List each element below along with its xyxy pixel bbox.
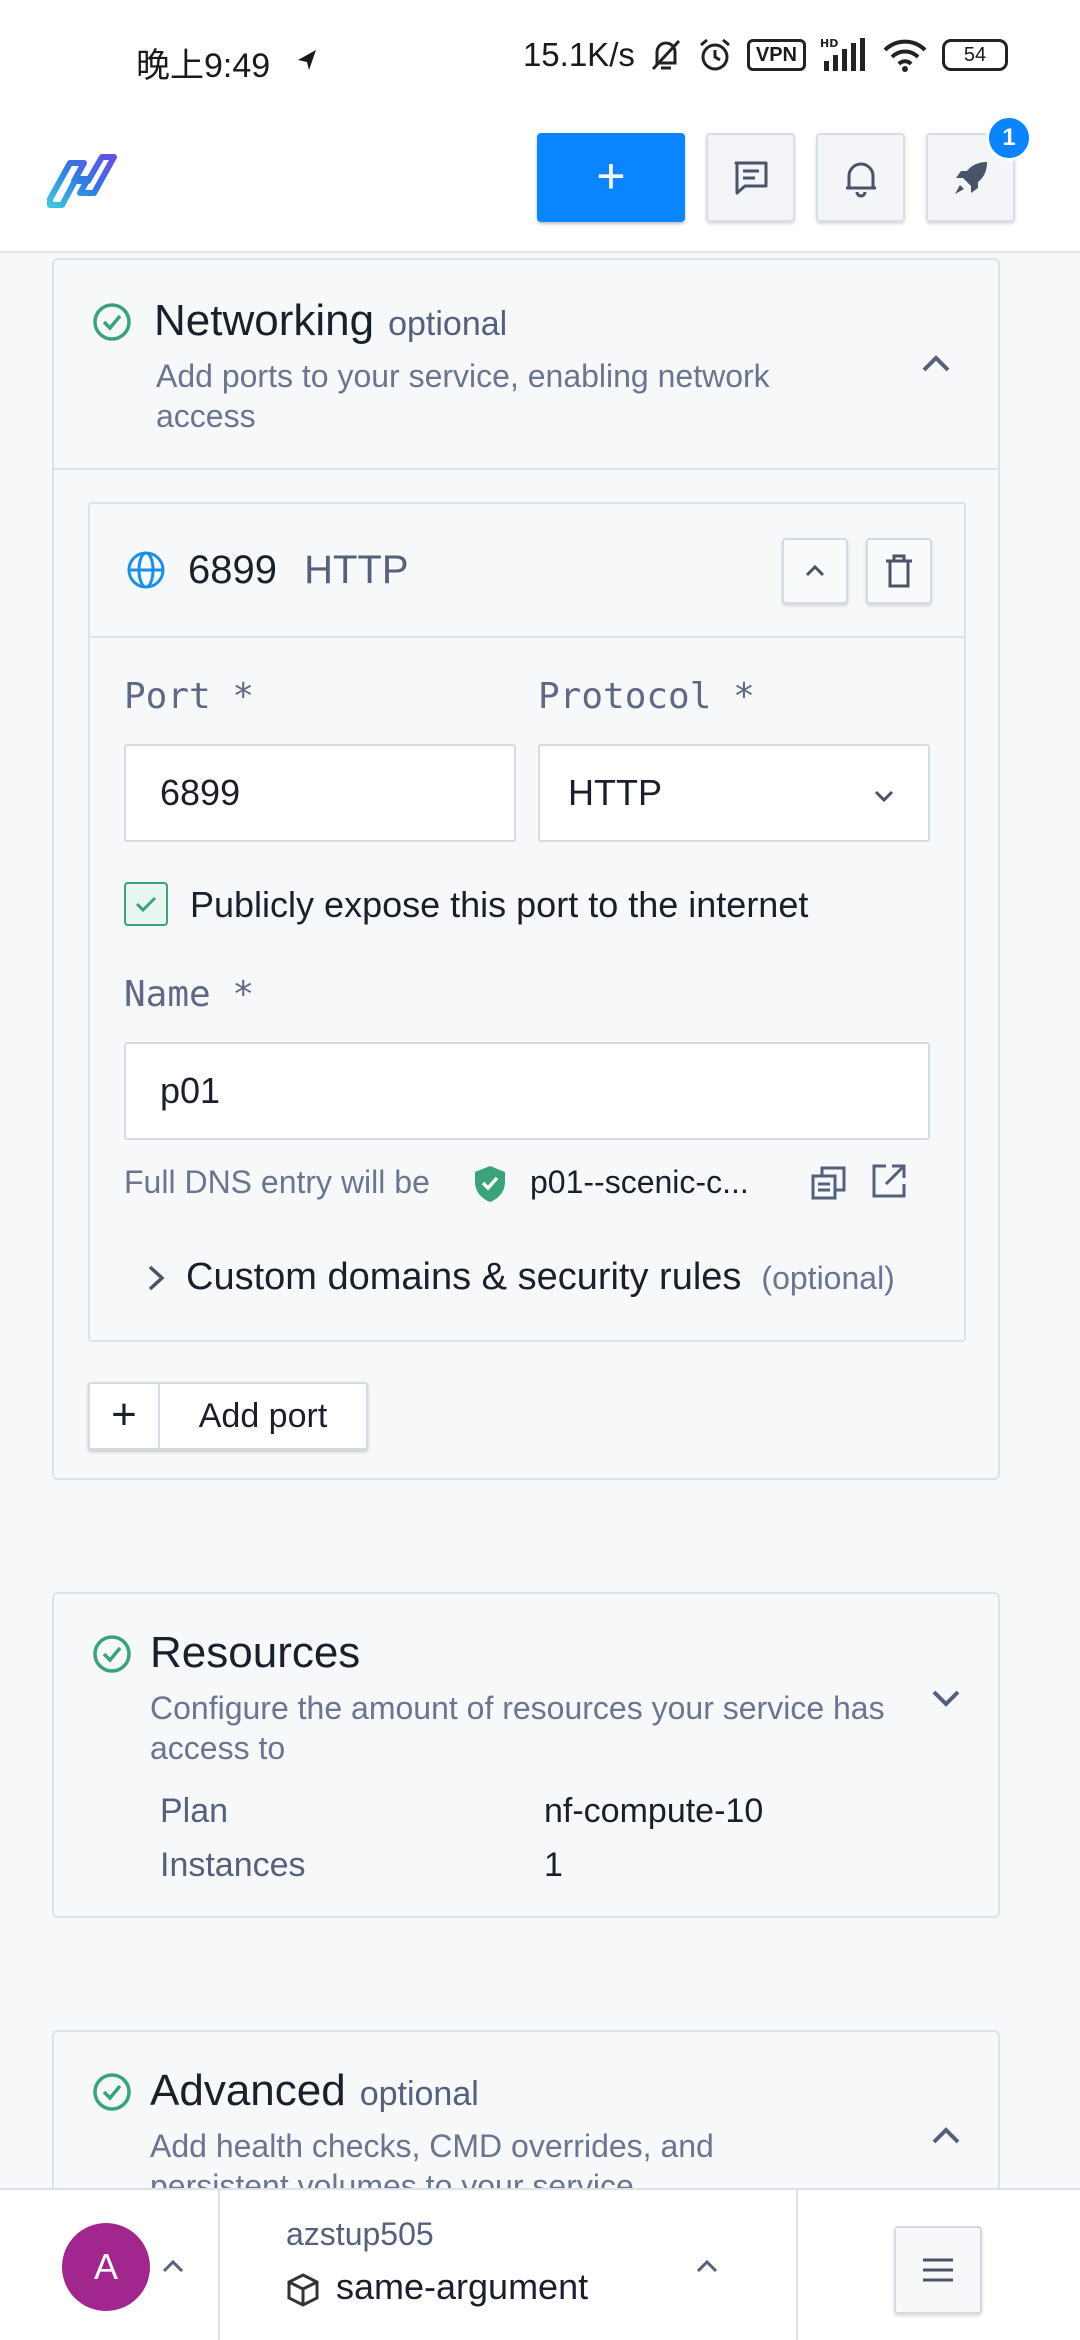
resources-description: Configure the amount of resources your s… xyxy=(150,1690,885,1766)
resources-header[interactable]: Resources Configure the amount of resour… xyxy=(54,1594,998,1766)
port-number: 6899 xyxy=(188,548,277,592)
cube-icon xyxy=(287,2273,319,2307)
custom-domains-label: Custom domains & security rules xyxy=(186,1256,742,1298)
copy-icon[interactable] xyxy=(810,1164,848,1202)
networking-optional-label: optional xyxy=(388,305,508,343)
advanced-title: Advanced xyxy=(150,2066,346,2115)
rocket-icon xyxy=(954,161,987,194)
checkmark-icon xyxy=(135,896,157,913)
wifi-icon xyxy=(883,39,927,72)
expose-checkbox[interactable] xyxy=(124,882,168,926)
status-time: 晚上9:49 xyxy=(136,47,271,85)
chevron-down-icon[interactable] xyxy=(926,1678,966,1718)
notifications-button[interactable] xyxy=(816,133,905,222)
expose-label[interactable]: Publicly expose this port to the interne… xyxy=(190,884,808,926)
shield-check-icon xyxy=(475,1166,505,1202)
divider xyxy=(218,2190,220,2340)
networking-description: Add ports to your service, enabling netw… xyxy=(156,358,770,434)
mute-bell-icon xyxy=(651,39,680,71)
chevron-up-icon[interactable] xyxy=(158,2252,188,2282)
network-speed: 15.1K/s xyxy=(522,36,635,73)
delete-port-button[interactable] xyxy=(866,538,932,604)
dns-entry-value: p01--scenic-c... xyxy=(530,1164,749,1200)
chevron-down-icon xyxy=(874,790,894,803)
resources-title: Resources xyxy=(150,1628,361,1677)
dns-prefix-text: Full DNS entry will be xyxy=(124,1164,430,1200)
networking-header[interactable]: Networking optional Add ports to your ser… xyxy=(54,260,998,470)
avatar[interactable]: A xyxy=(62,2223,150,2311)
notification-count-badge: 1 xyxy=(986,115,1032,161)
create-button[interactable]: + xyxy=(537,133,685,222)
resources-section: Resources Configure the amount of resour… xyxy=(52,1592,1000,1918)
chat-icon xyxy=(734,161,767,194)
bottom-bar: A azstup505 same-argument xyxy=(0,2188,1080,2340)
plan-label: Plan xyxy=(160,1792,229,1830)
status-bar: 晚上9:49 15.1K/s VPN HD 54 xyxy=(0,0,1080,125)
vpn-indicator: VPN xyxy=(746,39,806,71)
location-arrow-icon xyxy=(298,50,316,70)
plus-icon: + xyxy=(90,1384,160,1448)
port-field-label: Port * xyxy=(124,676,255,717)
svg-text:HD: HD xyxy=(820,37,838,50)
networking-section: Networking optional Add ports to your ser… xyxy=(52,258,1000,1480)
app-header: + 1 xyxy=(0,115,1080,253)
add-port-label: Add port xyxy=(198,1397,328,1435)
chat-button[interactable] xyxy=(706,133,795,222)
chevron-right-icon xyxy=(148,1265,165,1290)
protocol-field-label: Protocol * xyxy=(538,676,755,717)
alarm-icon xyxy=(699,38,730,71)
external-link-icon[interactable] xyxy=(870,1162,908,1200)
team-name: azstup505 xyxy=(286,2216,434,2252)
advanced-optional-label: optional xyxy=(359,2075,479,2113)
chevron-up-icon[interactable] xyxy=(916,344,956,384)
instances-value: 1 xyxy=(544,1846,563,1884)
chevron-up-icon xyxy=(805,564,825,577)
signal-icon: HD xyxy=(820,37,865,71)
name-input[interactable]: p01 xyxy=(124,1042,930,1140)
port-card-header: 6899 HTTP xyxy=(90,504,964,638)
protocol-select-value: HTTP xyxy=(568,772,662,813)
networking-title: Networking xyxy=(154,296,375,345)
instances-label: Instances xyxy=(160,1846,306,1884)
battery-indicator: 54 xyxy=(942,39,1008,71)
port-input[interactable]: 6899 xyxy=(124,744,516,842)
hamburger-menu-icon xyxy=(923,2258,953,2282)
logo-icon[interactable] xyxy=(44,153,122,215)
custom-domains-optional: (optional) xyxy=(761,1260,895,1296)
custom-domains-toggle[interactable]: Custom domains & security rules (optiona… xyxy=(140,1256,895,1299)
plan-value: nf-compute-10 xyxy=(544,1792,764,1830)
protocol-select[interactable]: HTTP xyxy=(538,744,930,842)
name-field-label: Name * xyxy=(124,974,255,1015)
divider xyxy=(796,2190,798,2340)
check-circle-icon xyxy=(93,1635,131,1673)
check-circle-icon xyxy=(93,303,131,341)
globe-icon xyxy=(127,551,165,589)
port-card: 6899 HTTP Port * Protocol * 6899 HTTP Pu… xyxy=(88,502,966,1342)
port-protocol: HTTP xyxy=(304,548,409,592)
menu-button[interactable] xyxy=(894,2226,982,2314)
collapse-port-button[interactable] xyxy=(782,538,848,604)
bell-icon xyxy=(845,162,876,197)
chevron-up-icon[interactable] xyxy=(692,2252,722,2282)
advanced-header[interactable]: Advanced optional Add health checks, CMD … xyxy=(54,2032,998,2204)
trash-icon xyxy=(886,554,912,588)
project-name[interactable]: same-argument xyxy=(336,2266,588,2308)
add-port-button[interactable]: + Add port xyxy=(88,1382,368,1450)
check-circle-icon xyxy=(93,2073,131,2111)
chevron-up-icon[interactable] xyxy=(926,2116,966,2156)
